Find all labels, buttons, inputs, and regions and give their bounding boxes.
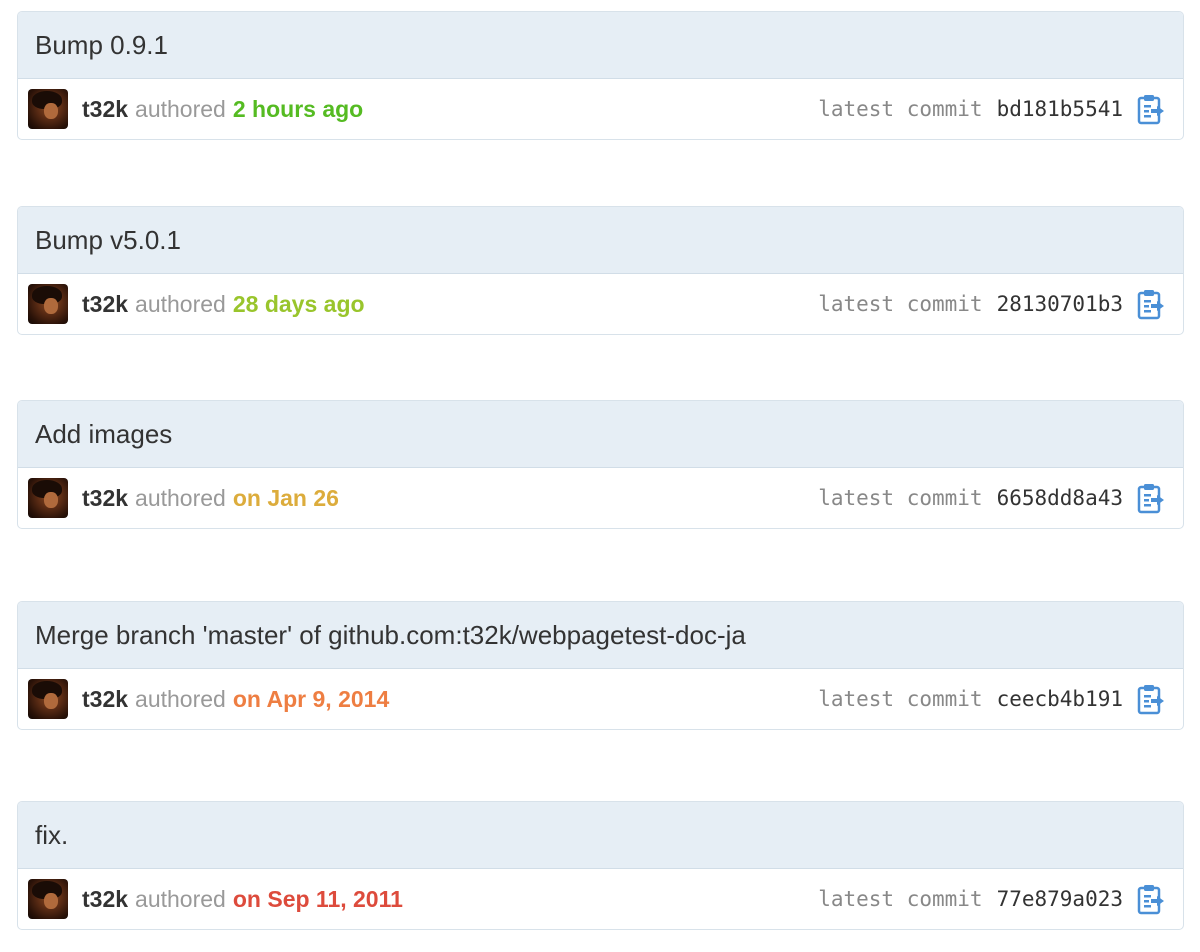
clipboard-icon[interactable] (1135, 482, 1165, 514)
commit-title-bar: fix. (18, 802, 1183, 869)
commit-sha-link[interactable]: 28130701b3 (997, 292, 1123, 316)
commit-card: Add images t32k authored on Jan 26 lates… (17, 400, 1184, 529)
commit-card: Bump v5.0.1 t32k authored 28 days ago la… (17, 206, 1184, 335)
latest-commit-label: latest commit (818, 292, 983, 316)
authored-label: authored (135, 290, 226, 317)
commit-message-link[interactable]: Add images (35, 419, 172, 450)
commit-meta: t32k authored on Jan 26 latest commit 66… (18, 468, 1183, 528)
author-link[interactable]: t32k (82, 96, 128, 123)
avatar[interactable] (28, 284, 68, 324)
author-link[interactable]: t32k (82, 686, 128, 713)
latest-commit-label: latest commit (818, 687, 983, 711)
commit-message-link[interactable]: Bump v5.0.1 (35, 225, 181, 256)
commit-title-bar: Bump v5.0.1 (18, 207, 1183, 274)
clipboard-icon[interactable] (1135, 683, 1165, 715)
authored-label: authored (135, 484, 226, 511)
commit-meta: t32k authored 28 days ago latest commit … (18, 274, 1183, 334)
commit-time: on Apr 9, 2014 (232, 685, 390, 712)
commit-sha-link[interactable]: bd181b5541 (997, 97, 1123, 121)
commit-message-link[interactable]: fix. (35, 820, 68, 851)
commit-message-link[interactable]: Merge branch 'master' of github.com:t32k… (35, 620, 746, 651)
author-link[interactable]: t32k (82, 291, 128, 318)
commit-sha-link[interactable]: 6658dd8a43 (997, 486, 1123, 510)
avatar[interactable] (28, 89, 68, 129)
commit-card: fix. t32k authored on Sep 11, 2011 lates… (17, 801, 1184, 930)
commit-title-bar: Add images (18, 401, 1183, 468)
commit-meta: t32k authored on Apr 9, 2014 latest comm… (18, 669, 1183, 729)
commit-title-bar: Bump 0.9.1 (18, 12, 1183, 79)
commit-time: 28 days ago (232, 290, 365, 317)
commit-meta: t32k authored on Sep 11, 2011 latest com… (18, 869, 1183, 929)
commit-message-link[interactable]: Bump 0.9.1 (35, 30, 168, 61)
commit-time: on Jan 26 (232, 484, 339, 511)
commit-meta: t32k authored 2 hours ago latest commit … (18, 79, 1183, 139)
authored-label: authored (135, 685, 226, 712)
commit-card: Merge branch 'master' of github.com:t32k… (17, 601, 1184, 730)
clipboard-icon[interactable] (1135, 288, 1165, 320)
authored-label: authored (135, 95, 226, 122)
author-link[interactable]: t32k (82, 485, 128, 512)
latest-commit-label: latest commit (818, 887, 983, 911)
commit-card: Bump 0.9.1 t32k authored 2 hours ago lat… (17, 11, 1184, 140)
author-link[interactable]: t32k (82, 886, 128, 913)
commit-title-bar: Merge branch 'master' of github.com:t32k… (18, 602, 1183, 669)
clipboard-icon[interactable] (1135, 93, 1165, 125)
commit-time: 2 hours ago (232, 95, 364, 122)
commit-sha-link[interactable]: 77e879a023 (997, 887, 1123, 911)
authored-label: authored (135, 885, 226, 912)
avatar[interactable] (28, 478, 68, 518)
latest-commit-label: latest commit (818, 97, 983, 121)
commit-time: on Sep 11, 2011 (232, 885, 403, 912)
commit-sha-link[interactable]: ceecb4b191 (997, 687, 1123, 711)
avatar[interactable] (28, 679, 68, 719)
clipboard-icon[interactable] (1135, 883, 1165, 915)
latest-commit-label: latest commit (818, 486, 983, 510)
avatar[interactable] (28, 879, 68, 919)
